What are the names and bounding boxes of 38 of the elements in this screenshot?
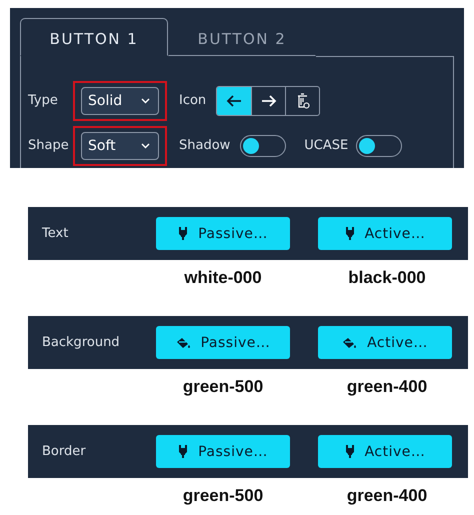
toggle-label: UCASE <box>304 138 348 153</box>
marker-icon <box>344 445 355 458</box>
chevron-icon <box>141 142 150 148</box>
paint-bucket-icon <box>176 336 191 348</box>
tab[interactable]: BUTTON 2 <box>168 18 316 56</box>
color-caption: green-400 <box>346 377 428 397</box>
paint-bucket-icon <box>342 336 358 348</box>
marker-icon <box>178 227 188 240</box>
trash-icon <box>296 92 310 108</box>
chevron-icon <box>141 98 150 104</box>
strip-label: Background <box>41 335 121 350</box>
color-caption: green-500 <box>182 486 264 506</box>
toggle-switch[interactable] <box>240 134 286 156</box>
icon-option[interactable] <box>217 86 252 114</box>
strip-label: Text <box>41 226 70 241</box>
color-caption: green-500 <box>182 377 264 397</box>
tab[interactable]: BUTTON 1 <box>20 18 168 56</box>
color-button[interactable]: Active… <box>318 326 452 359</box>
arrow-right-icon <box>260 94 277 108</box>
color-caption: black-000 <box>347 268 427 288</box>
marker-icon <box>344 227 355 240</box>
select-field[interactable]: Solid <box>81 86 159 114</box>
select-field[interactable]: Soft <box>81 132 159 160</box>
field-label: Shape <box>27 138 70 153</box>
color-button[interactable]: Passive… <box>156 326 290 359</box>
color-caption: white-000 <box>183 268 263 288</box>
color-button[interactable]: Passive… <box>156 217 290 250</box>
field-label: Icon <box>179 93 206 108</box>
field-label: Type <box>27 93 59 108</box>
arrow-left-icon <box>226 94 242 108</box>
toggle-label: Shadow <box>179 138 230 153</box>
toggle-switch[interactable] <box>356 134 402 156</box>
strip-label: Border <box>41 444 87 459</box>
color-caption: green-400 <box>346 486 428 506</box>
color-button[interactable]: Active… <box>318 435 452 468</box>
color-button[interactable]: Active… <box>318 217 452 250</box>
color-button[interactable]: Passive… <box>156 435 290 468</box>
marker-icon <box>178 445 188 458</box>
